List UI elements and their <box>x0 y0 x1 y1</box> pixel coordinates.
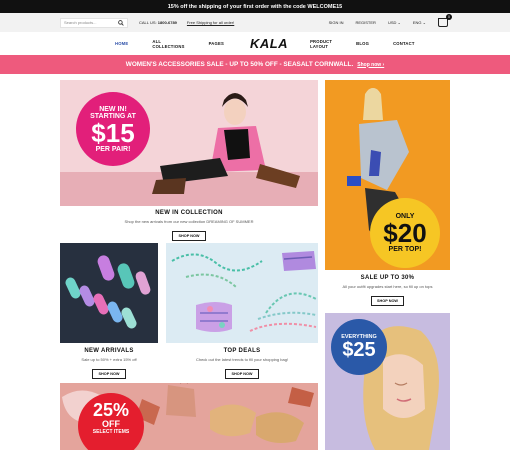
sale-title: SALE UP TO 30% <box>360 275 415 281</box>
new-arrivals-banner[interactable] <box>60 243 158 343</box>
sale-shop-now-button[interactable]: SHOP NOW <box>370 296 405 306</box>
top-deals-caption: TOP DEALS Check out the latest trends to… <box>166 348 318 380</box>
top-deals-shop-now-button[interactable]: SHOP NOW <box>225 369 259 379</box>
cart-icon[interactable]: 0 <box>438 14 452 27</box>
language-select[interactable]: ENG ⌄ <box>413 20 426 25</box>
call-us: CALL US: 1800-6789 <box>139 20 177 25</box>
sale-caption: SALE UP TO 30% All your outfit upgrades … <box>325 275 450 307</box>
promo-shop-now-link[interactable]: Shop now › <box>357 62 384 68</box>
promo-banner: WOMEN'S ACCESSORIES SALE - UP TO 50% OFF… <box>0 55 510 74</box>
sale-banner[interactable]: ONLY $20 PER TOP! <box>325 80 450 270</box>
register-link[interactable]: REGISTER <box>355 20 375 25</box>
sale-badge-price: $20 <box>383 218 427 248</box>
select-items-banner[interactable]: 25% OFF SELECT ITEMS <box>60 383 318 450</box>
site-logo[interactable]: KALA <box>250 36 288 51</box>
new-in-price-badge: NEW IN! STARTING AT $15 PER PAIR! <box>76 92 150 166</box>
phone-number[interactable]: 1800-6789 <box>158 20 177 25</box>
new-in-shop-now-button[interactable]: SHOP NOW <box>172 231 206 241</box>
main-nav: HOME ALL COLLECTIONS PAGES KALA PRODUCT … <box>0 32 510 55</box>
everything-banner[interactable]: EVERYTHING $25 <box>325 313 450 450</box>
sale-price-badge: ONLY $20 PER TOP! <box>370 198 440 268</box>
call-label: CALL US: <box>139 20 157 25</box>
nail-art-photo <box>60 243 158 343</box>
new-arrivals-shop-now-button[interactable]: SHOP NOW <box>92 369 126 379</box>
nav-item-blog[interactable]: BLOG <box>356 41 369 46</box>
new-in-banner[interactable]: NEW IN! STARTING AT $15 PER PAIR! <box>60 80 318 206</box>
new-in-badge-price: $15 <box>91 117 135 148</box>
top-deals-subtitle: Check out the latest trends to fill your… <box>195 357 289 362</box>
nav-item-pages[interactable]: PAGES <box>209 41 224 46</box>
new-arrivals-subtitle: Sale up to 50% + extra 15% off <box>81 357 137 362</box>
select-items-badge-line3: SELECT ITEMS <box>92 429 130 435</box>
everything-badge-price: $25 <box>342 339 376 361</box>
select-items-badge-off: OFF <box>102 419 120 429</box>
announcement-bar: 15% off the shipping of your first order… <box>0 0 510 13</box>
new-in-badge-line4: PER PAIR! <box>95 145 131 153</box>
sign-in-link[interactable]: SIGN IN <box>329 20 344 25</box>
select-items-badge-percent: 25% <box>92 400 130 420</box>
currency-select[interactable]: USD ⌄ <box>388 20 401 25</box>
cart-count-badge: 0 <box>446 14 452 20</box>
nav-item-product-layout[interactable]: PRODUCT LAYOUT <box>310 39 332 49</box>
select-items-badge: 25% OFF SELECT ITEMS <box>78 393 144 450</box>
search-icon[interactable] <box>118 19 124 26</box>
new-arrivals-title: NEW ARRIVALS <box>84 348 134 354</box>
nav-item-contact[interactable]: CONTACT <box>393 41 415 46</box>
new-in-badge-line1: NEW IN! <box>99 105 127 113</box>
search-input[interactable]: Search products... <box>60 17 128 28</box>
free-shipping-link[interactable]: Free Shipping for all order! <box>187 20 234 25</box>
sale-subtitle: All your outfit upgrades start here, so … <box>342 284 433 289</box>
search-placeholder: Search products... <box>64 20 97 25</box>
nav-item-all-collections[interactable]: ALL COLLECTIONS <box>152 39 184 49</box>
new-in-subtitle: Shop the new arrivals from our new colle… <box>124 219 254 224</box>
new-arrivals-caption: NEW ARRIVALS Sale up to 50% + extra 15% … <box>60 348 158 380</box>
new-in-caption: NEW IN COLLECTION Shop the new arrivals … <box>60 210 318 242</box>
promo-text: WOMEN'S ACCESSORIES SALE - UP TO 50% OFF… <box>125 61 354 68</box>
top-deals-banner[interactable] <box>166 243 318 343</box>
nav-item-home[interactable]: HOME <box>115 41 128 46</box>
top-deals-photo <box>166 243 318 343</box>
new-in-title: NEW IN COLLECTION <box>155 210 223 216</box>
utility-bar: Search products... CALL US: 1800-6789 Fr… <box>0 13 510 32</box>
top-deals-title: TOP DEALS <box>223 348 261 354</box>
announcement-text: 15% off the shipping of your first order… <box>167 3 343 10</box>
sale-badge-line3: PER TOP! <box>388 246 422 253</box>
everything-price-badge: EVERYTHING $25 <box>331 319 387 375</box>
